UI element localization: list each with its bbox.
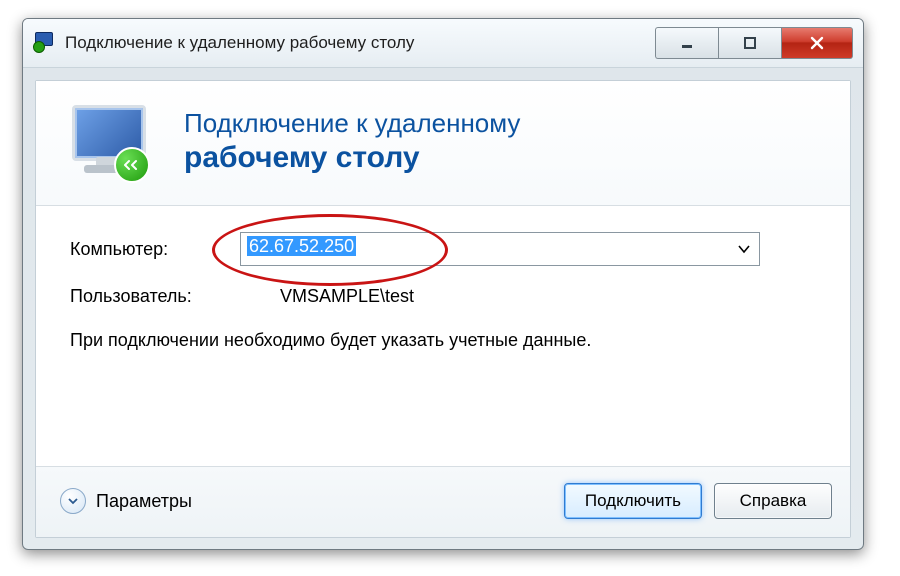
credentials-hint: При подключении необходимо будет указать…: [70, 327, 816, 354]
minimize-button[interactable]: [655, 27, 718, 59]
client-area: Подключение к удаленному рабочему столу …: [35, 80, 851, 538]
monitor-icon: [66, 101, 156, 183]
maximize-button[interactable]: [718, 27, 782, 59]
connect-badge-icon: [114, 147, 150, 183]
rdp-app-icon: [33, 32, 55, 54]
computer-input[interactable]: 62.67.52.250: [240, 232, 760, 266]
connect-button[interactable]: Подключить: [564, 483, 702, 519]
close-button[interactable]: [782, 27, 853, 59]
user-label: Пользователь:: [70, 286, 240, 307]
options-label: Параметры: [96, 491, 192, 512]
window-title: Подключение к удаленному рабочему столу: [65, 33, 655, 53]
dropdown-arrow-icon[interactable]: [729, 233, 759, 265]
options-toggle[interactable]: Параметры: [60, 488, 192, 514]
chevron-down-icon: [60, 488, 86, 514]
dialog-footer: Параметры Подключить Справка: [36, 466, 850, 537]
window-controls: [655, 27, 853, 59]
computer-value: 62.67.52.250: [247, 236, 356, 256]
dialog-header: Подключение к удаленному рабочему столу: [36, 81, 850, 206]
header-line2: рабочему столу: [184, 140, 520, 176]
rdp-window: Подключение к удаленному рабочему столу: [22, 18, 864, 550]
titlebar[interactable]: Подключение к удаленному рабочему столу: [23, 19, 863, 68]
help-button[interactable]: Справка: [714, 483, 832, 519]
header-line1: Подключение к удаленному: [184, 108, 520, 139]
form-area: Компьютер: 62.67.52.250 Пользователь: VM…: [36, 206, 850, 370]
computer-label: Компьютер:: [70, 239, 240, 260]
user-value: VMSAMPLE\test: [240, 286, 414, 307]
